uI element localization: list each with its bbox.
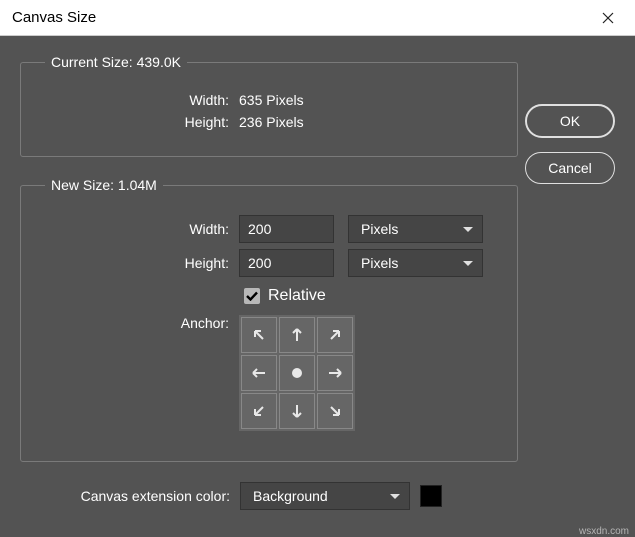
- anchor-w[interactable]: [241, 355, 277, 391]
- extension-color-swatch[interactable]: [420, 485, 442, 507]
- new-size-legend: New Size: 1.04M: [45, 177, 163, 193]
- relative-label: Relative: [268, 287, 326, 305]
- current-height-label: Height:: [39, 114, 239, 130]
- new-height-unit-select[interactable]: Pixels: [348, 249, 483, 277]
- current-size-legend: Current Size: 439.0K: [45, 54, 187, 70]
- chevron-down-icon: [462, 255, 474, 271]
- titlebar: Canvas Size: [0, 0, 635, 36]
- chevron-down-icon: [462, 221, 474, 237]
- extension-color-select[interactable]: Background: [240, 482, 410, 510]
- dialog-title: Canvas Size: [12, 9, 96, 26]
- new-width-unit-value: Pixels: [361, 221, 398, 237]
- extension-color-label: Canvas extension color:: [20, 488, 240, 504]
- anchor-sw[interactable]: [241, 393, 277, 429]
- anchor-center[interactable]: [279, 355, 315, 391]
- watermark: wsxdn.com: [579, 526, 629, 537]
- relative-checkbox[interactable]: [244, 288, 260, 304]
- new-width-input[interactable]: [239, 215, 334, 243]
- current-width-value: 635 Pixels: [239, 92, 304, 108]
- extension-color-value: Background: [253, 488, 328, 504]
- cancel-button[interactable]: Cancel: [525, 152, 615, 184]
- chevron-down-icon: [389, 488, 401, 504]
- new-width-label: Width:: [39, 221, 239, 237]
- anchor-se[interactable]: [317, 393, 353, 429]
- anchor-nw[interactable]: [241, 317, 277, 353]
- anchor-label: Anchor:: [39, 315, 239, 331]
- anchor-n[interactable]: [279, 317, 315, 353]
- current-size-panel: Current Size: 439.0K Width: 635 Pixels H…: [20, 54, 518, 157]
- close-button[interactable]: [593, 0, 623, 36]
- anchor-e[interactable]: [317, 355, 353, 391]
- anchor-s[interactable]: [279, 393, 315, 429]
- new-height-label: Height:: [39, 255, 239, 271]
- new-height-input[interactable]: [239, 249, 334, 277]
- new-width-unit-select[interactable]: Pixels: [348, 215, 483, 243]
- ok-button[interactable]: OK: [525, 104, 615, 138]
- new-height-unit-value: Pixels: [361, 255, 398, 271]
- anchor-grid: [239, 315, 355, 431]
- anchor-ne[interactable]: [317, 317, 353, 353]
- current-height-value: 236 Pixels: [239, 114, 304, 130]
- current-width-label: Width:: [39, 92, 239, 108]
- new-size-panel: New Size: 1.04M Width: Pixels Height: Pi…: [20, 177, 518, 462]
